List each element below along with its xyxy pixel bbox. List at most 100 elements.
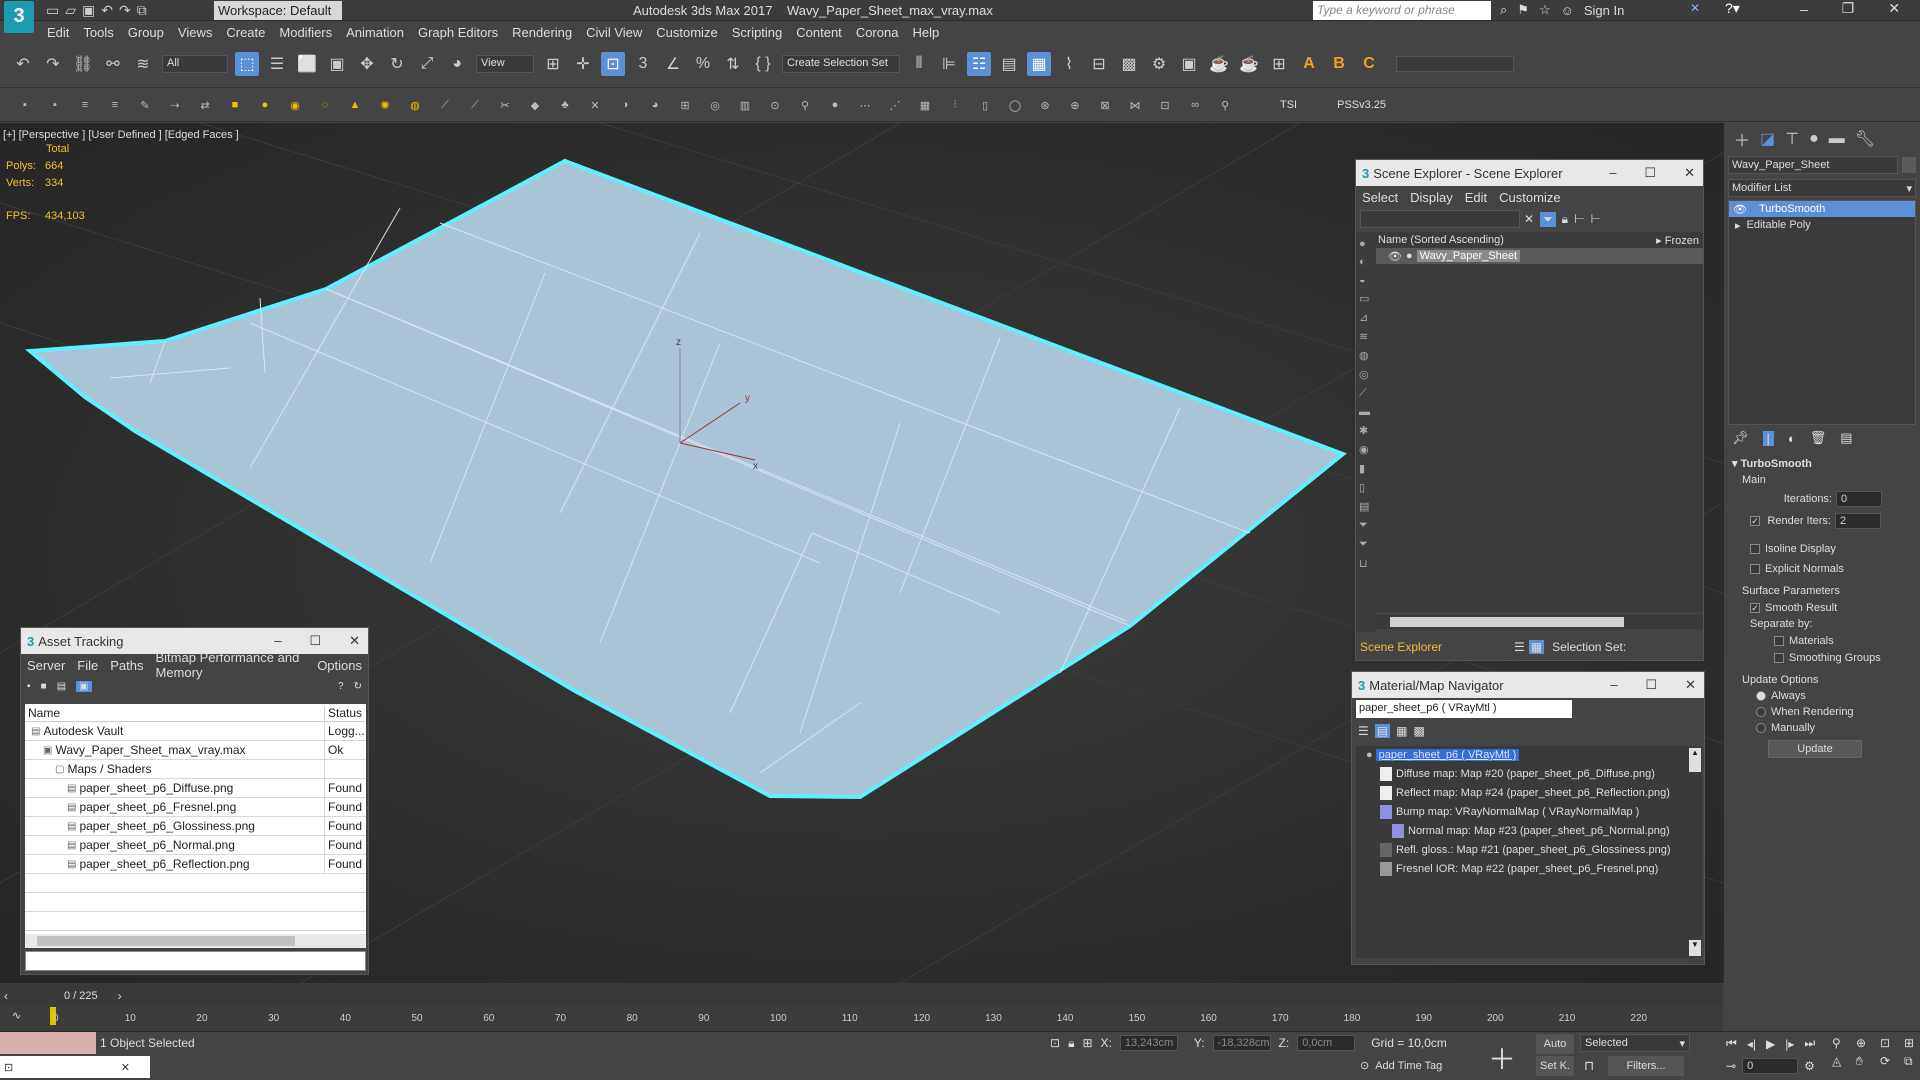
zoom-extents-all-icon[interactable]: ⊞	[1904, 1036, 1920, 1050]
minimize-icon[interactable]: –	[274, 633, 281, 649]
go-to-end-icon[interactable]: ⏭	[1804, 1036, 1815, 1051]
filter-icon[interactable]: ⏷	[1540, 211, 1556, 227]
maximize-icon[interactable]: ☐	[1645, 677, 1657, 693]
mat-vscrollbar[interactable]: ▲ ▼	[1688, 746, 1702, 958]
menu-modifiers[interactable]: Modifiers	[272, 22, 339, 44]
remove-modifier-icon[interactable]: 🗑︎	[1810, 430, 1827, 446]
viewport-label[interactable]: [+] [Perspective ] [User Defined ] [Edge…	[3, 129, 239, 141]
asset-row[interactable]: ▤ paper_sheet_p6_Normal.png Found	[25, 836, 366, 855]
spinner-snap-icon[interactable]: ⇅	[721, 52, 745, 76]
add-time-tag[interactable]: Add Time Tag	[1375, 1060, 1442, 1072]
invert-filter-icon[interactable]: ▤	[1359, 500, 1373, 513]
menu-create[interactable]: Create	[219, 22, 272, 44]
timeline-track[interactable]: ∿ 0 10 20 30 40 50 60 70 80 90 100 110 120 130 140 150 1…	[0, 1005, 1723, 1031]
menu-scripting[interactable]: Scripting	[725, 22, 790, 44]
filters-button[interactable]: Filters...	[1608, 1056, 1684, 1076]
set-key-filter-icon[interactable]: ⊓	[1584, 1058, 1594, 1074]
tool-icon-1[interactable]: ▪	[16, 96, 34, 114]
view-large-icons-icon[interactable]: ▩	[1413, 724, 1424, 738]
tool-icon-26[interactable]: ▯	[976, 96, 994, 114]
minimize-icon[interactable]: –	[1610, 677, 1617, 693]
tool-icon-9[interactable]: ⟋	[466, 96, 484, 114]
tool-icon-27[interactable]: ◯	[1006, 96, 1024, 114]
all-filter-icon[interactable]: ▮	[1359, 462, 1373, 475]
maxscript-listener[interactable]	[0, 1032, 96, 1054]
scene-explorer-titlebar[interactable]: 3 Scene Explorer - Scene Explorer – ☐ ✕	[1356, 160, 1703, 186]
se-menu-select[interactable]: Select	[1356, 190, 1404, 205]
tool-icon-17[interactable]: ◎	[706, 96, 724, 114]
tool-icon-4[interactable]: ≡	[106, 96, 124, 114]
isolate-icon[interactable]: ⊡	[1050, 1036, 1060, 1050]
tool-icon-32[interactable]: ⊡	[1156, 96, 1174, 114]
app-logo-icon[interactable]: 3	[4, 1, 34, 33]
move-icon[interactable]: ✥	[355, 52, 379, 76]
time-slider[interactable]: 0 / 225	[64, 990, 98, 1002]
utilities-tab-icon[interactable]: 🔧︎	[1855, 129, 1875, 149]
lock-icon[interactable]: 🔒︎	[1562, 212, 1568, 227]
tool-icon-13[interactable]: ✕	[586, 96, 604, 114]
curve-editor-icon[interactable]: ⌇	[1057, 52, 1081, 76]
clear-search-icon[interactable]: ✕	[1524, 212, 1534, 226]
visibility-icon[interactable]: 👁︎	[1388, 250, 1402, 263]
render-iters-spinner[interactable]: 2	[1835, 513, 1881, 529]
at-menu-bitmap[interactable]: Bitmap Performance and Memory	[150, 650, 312, 680]
text-b-icon[interactable]: B	[1327, 52, 1351, 76]
map-item[interactable]: Normal map: Map #23 (paper_sheet_p6_Norm…	[1356, 821, 1688, 840]
redo-icon[interactable]: ↷	[41, 52, 65, 76]
display-tab-icon[interactable]: ▬	[1829, 130, 1845, 148]
pan-icon[interactable]: ✋︎	[1856, 1054, 1876, 1069]
binoculars-icon[interactable]: ⌕	[1500, 2, 1507, 18]
link-icon[interactable]: ⛓	[71, 52, 95, 76]
time-config-icon[interactable]: ⚙	[1804, 1059, 1815, 1073]
tool-icon-23[interactable]: ⋰	[886, 96, 904, 114]
snaps-toggle-icon[interactable]: 3	[631, 52, 655, 76]
zoom-all-icon[interactable]: ⊕	[1856, 1036, 1876, 1050]
hierarchy-icon[interactable]: ⊢	[1574, 212, 1584, 226]
selection-filter-dropdown[interactable]: All	[162, 55, 228, 73]
object-name-field[interactable]: Wavy_Paper_Sheet	[1728, 156, 1898, 174]
menu-graph-editors[interactable]: Graph Editors	[411, 22, 505, 44]
select-manipulate-icon[interactable]: ✛	[571, 52, 595, 76]
edit-named-sets-icon[interactable]: { }	[751, 52, 775, 76]
at-col-name[interactable]: Name	[25, 705, 325, 720]
undo-icon[interactable]: ↶	[11, 52, 35, 76]
at-col-status[interactable]: Status	[325, 706, 362, 720]
close-mini-icon[interactable]: ✕	[121, 1061, 130, 1074]
view-list-icon[interactable]: ☰	[1358, 724, 1369, 738]
prev-frame-icon[interactable]: ‹	[4, 989, 8, 1003]
next-key-icon[interactable]: |▸	[1785, 1037, 1794, 1051]
xref-filter-icon[interactable]: ◎	[1359, 368, 1373, 381]
tool-icon-20[interactable]: ⚲	[796, 96, 814, 114]
tool-icon-25[interactable]: ⫶	[946, 96, 964, 114]
spacewarp-filter-icon[interactable]: ≋	[1359, 330, 1373, 343]
workspace-dropdown[interactable]: Workspace: Default	[214, 1, 342, 20]
bind-space-warp-icon[interactable]: ≋	[131, 52, 155, 76]
maximize-icon[interactable]: ☐	[309, 633, 321, 649]
tsi-label[interactable]: TSI	[1280, 99, 1297, 111]
stack-item-turbosmooth[interactable]: 👁︎ TurboSmooth	[1729, 201, 1915, 217]
selection-lock-icon[interactable]: 🔒︎	[1068, 1036, 1074, 1051]
map-item[interactable]: Reflect map: Map #24 (paper_sheet_p6_Ref…	[1356, 783, 1688, 802]
star-icon[interactable]: ☆	[1539, 2, 1551, 18]
hierarchy-tab-icon[interactable]: ⊤	[1785, 129, 1799, 149]
asset-row[interactable]: ▢ Maps / Shaders	[25, 760, 366, 779]
redo-icon[interactable]: ↷	[119, 2, 131, 19]
material-navigator-titlebar[interactable]: 3 Material/Map Navigator – ☐ ✕	[1352, 672, 1704, 698]
window-crossing-icon[interactable]: ▣	[325, 52, 349, 76]
eye-icon[interactable]: 👁︎	[1733, 203, 1747, 216]
go-to-start-icon[interactable]: ⏮	[1726, 1036, 1737, 1051]
close-icon[interactable]: ✕	[1888, 0, 1900, 17]
asset-row[interactable]: ▤ paper_sheet_p6_Diffuse.png Found	[25, 779, 366, 798]
z-coordinate[interactable]: 0,0cm	[1297, 1035, 1356, 1051]
tool-icon-15[interactable]: ◕	[646, 96, 664, 114]
tool-icon-18[interactable]: ▥	[736, 96, 754, 114]
current-frame-input[interactable]: 0	[1742, 1058, 1799, 1074]
layer-icon[interactable]: ⊔	[1359, 557, 1373, 570]
tool-icon-22[interactable]: ⋯	[856, 96, 874, 114]
asset-row[interactable]: ▤ paper_sheet_p6_Fresnel.png Found	[25, 798, 366, 817]
minimize-icon[interactable]: –	[1800, 1, 1808, 17]
group-filter-icon[interactable]: ◍	[1359, 349, 1373, 362]
at-tool-2-icon[interactable]: ■	[41, 681, 47, 692]
pss-label[interactable]: PSSv3.25	[1337, 99, 1386, 111]
render-iterative-icon[interactable]: ☕	[1237, 52, 1261, 76]
